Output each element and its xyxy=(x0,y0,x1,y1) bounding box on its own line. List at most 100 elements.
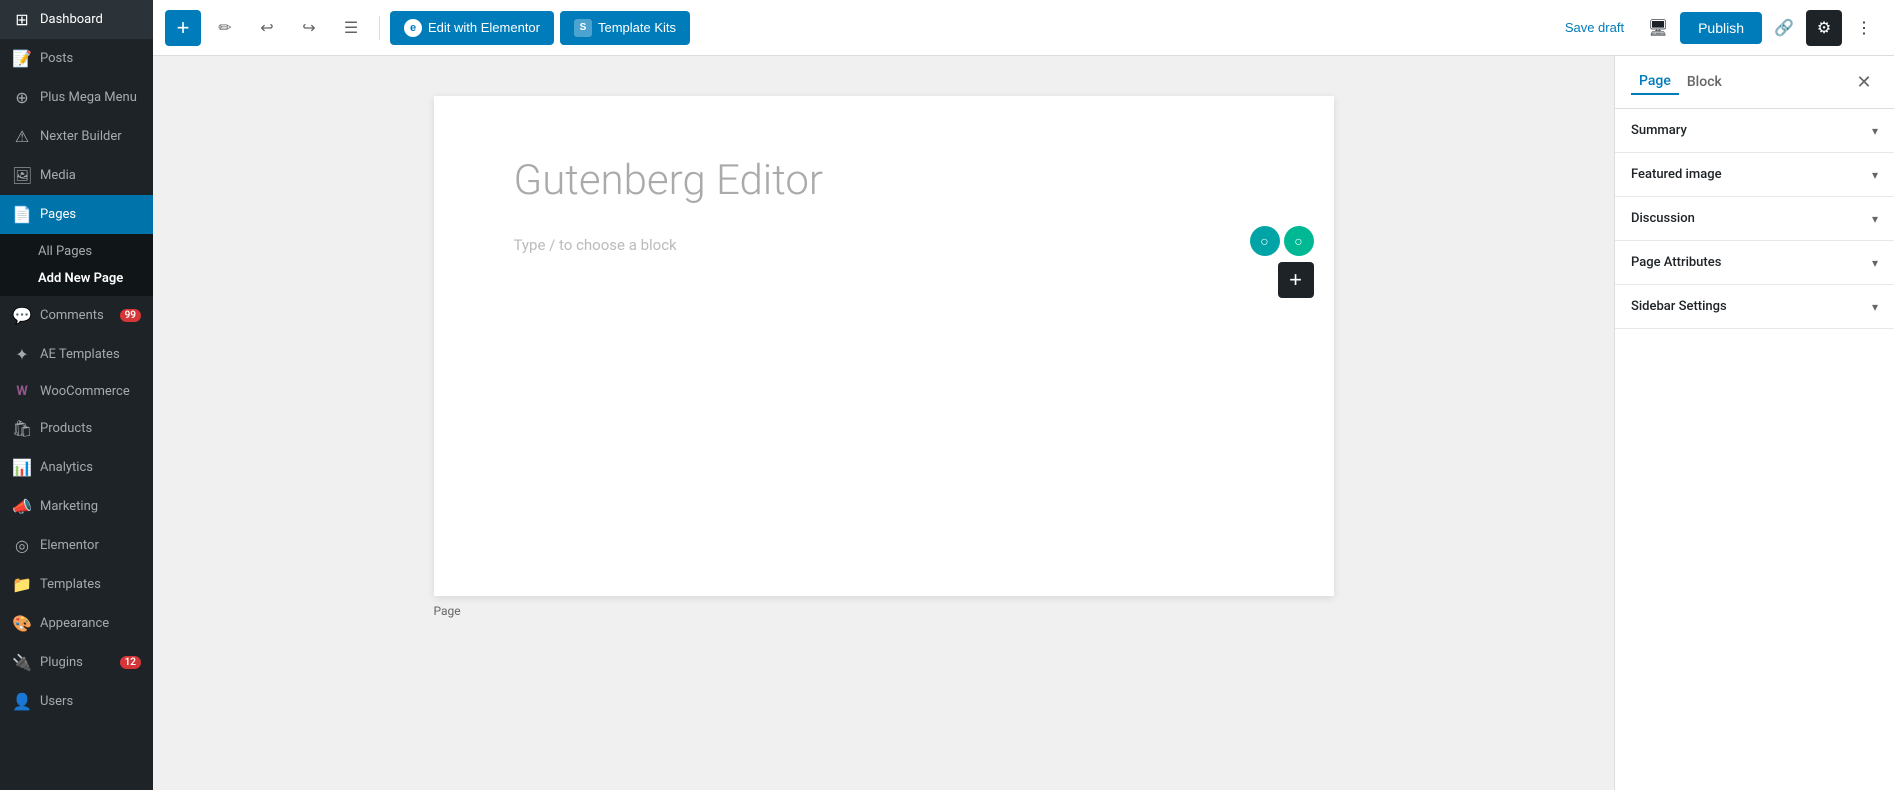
sidebar-label-templates: Templates xyxy=(40,577,141,592)
templates-icon: 📁 xyxy=(12,575,32,594)
share-icon: 🔗 xyxy=(1774,18,1794,38)
sidebar-label-marketing: Marketing xyxy=(40,499,141,514)
settings-icon: ⚙ xyxy=(1817,18,1831,38)
edit-with-elementor-button[interactable]: e Edit with Elementor xyxy=(390,11,554,45)
sidebar-label-comments: Comments xyxy=(40,308,112,323)
tool-circle-green[interactable]: ○ xyxy=(1284,226,1314,256)
template-kits-label: Template Kits xyxy=(598,20,676,35)
template-kits-button[interactable]: S Template Kits xyxy=(560,11,690,45)
marketing-icon: 📣 xyxy=(12,497,32,516)
sidebar-item-pages[interactable]: 📄 Pages xyxy=(0,195,153,234)
toolbar-separator-1 xyxy=(379,16,380,40)
redo-button[interactable]: ↪ xyxy=(291,10,327,46)
dashboard-icon: ⊞ xyxy=(12,10,32,29)
page-title-text: Gutenberg Editor xyxy=(514,156,824,205)
sidebar-item-users[interactable]: 👤 Users xyxy=(0,682,153,721)
panel-section-summary: Summary ▾ xyxy=(1615,109,1894,153)
sidebar-item-appearance[interactable]: 🎨 Appearance xyxy=(0,604,153,643)
settings-button[interactable]: ⚙ xyxy=(1806,10,1842,46)
tab-page-label: Page xyxy=(1639,73,1671,89)
sidebar-label-elementor: Elementor xyxy=(40,538,141,553)
plugins-badge: 12 xyxy=(120,656,141,669)
share-button[interactable]: 🔗 xyxy=(1766,10,1802,46)
sidebar-item-plus-mega-menu[interactable]: ⊕ Plus Mega Menu xyxy=(0,78,153,117)
tab-block-label: Block xyxy=(1687,74,1722,90)
comments-icon: 💬 xyxy=(12,306,32,325)
toolbar-right-icons: 🖥 Publish 🔗 ⚙ ⋮ xyxy=(1640,10,1882,46)
media-icon: 🖼 xyxy=(12,166,32,185)
sidebar-settings-chevron: ▾ xyxy=(1872,300,1878,314)
right-panel: Page Block ✕ Summary ▾ Featured image xyxy=(1614,56,1894,790)
toolbar: + ✏ ↩ ↪ ☰ e Edit with Elementor S Templa… xyxy=(153,0,1894,56)
panel-section-discussion-header[interactable]: Discussion ▾ xyxy=(1615,197,1894,240)
sidebar-item-ae-templates[interactable]: ✦ AE Templates xyxy=(0,335,153,374)
discussion-label: Discussion xyxy=(1631,211,1695,226)
discussion-chevron: ▾ xyxy=(1872,212,1878,226)
canvas-tool-icons: ○ ○ xyxy=(1250,226,1314,256)
sidebar-label-media: Media xyxy=(40,168,141,183)
page-attributes-chevron: ▾ xyxy=(1872,256,1878,270)
woocommerce-icon: W xyxy=(12,384,32,399)
edit-with-elementor-label: Edit with Elementor xyxy=(428,20,540,35)
tool-circle-teal[interactable]: ○ xyxy=(1250,226,1280,256)
sidebar-item-elementor[interactable]: ◎ Elementor xyxy=(0,526,153,565)
desktop-preview-button[interactable]: 🖥 xyxy=(1640,10,1676,46)
sidebar-item-comments[interactable]: 💬 Comments 99 xyxy=(0,296,153,335)
close-icon: ✕ xyxy=(1856,72,1871,93)
panel-section-sidebar-settings-header[interactable]: Sidebar Settings ▾ xyxy=(1615,285,1894,328)
sidebar-item-analytics[interactable]: 📊 Analytics xyxy=(0,448,153,487)
save-draft-button[interactable]: Save draft xyxy=(1555,12,1634,43)
more-options-button[interactable]: ⋮ xyxy=(1846,10,1882,46)
block-placeholder[interactable]: Type / to choose a block xyxy=(514,236,1254,254)
sidebar: ⊞ Dashboard 📝 Posts ⊕ Plus Mega Menu ⚠ N… xyxy=(0,0,153,790)
list-view-button[interactable]: ☰ xyxy=(333,10,369,46)
template-kits-icon: S xyxy=(574,19,592,37)
panel-section-discussion: Discussion ▾ xyxy=(1615,197,1894,241)
desktop-icon: 🖥 xyxy=(1648,18,1668,38)
canvas-container: Gutenberg Editor Type / to choose a bloc… xyxy=(153,56,1614,790)
sidebar-item-dashboard[interactable]: ⊞ Dashboard xyxy=(0,0,153,39)
nexter-builder-icon: ⚠ xyxy=(12,127,32,146)
publish-label: Publish xyxy=(1698,20,1744,36)
add-block-button[interactable]: + xyxy=(165,10,201,46)
sidebar-label-ae-templates: AE Templates xyxy=(40,347,141,362)
editor-area: Gutenberg Editor Type / to choose a bloc… xyxy=(153,56,1894,790)
sidebar-item-templates[interactable]: 📁 Templates xyxy=(0,565,153,604)
sidebar-item-plugins[interactable]: 🔌 Plugins 12 xyxy=(0,643,153,682)
sidebar-sub-add-new-page[interactable]: Add New Page xyxy=(0,265,153,292)
panel-section-summary-header[interactable]: Summary ▾ xyxy=(1615,109,1894,152)
elementor-e-icon: e xyxy=(404,19,422,37)
sidebar-item-media[interactable]: 🖼 Media xyxy=(0,156,153,195)
tab-page[interactable]: Page xyxy=(1631,69,1679,95)
sidebar-label-pages: Pages xyxy=(40,207,141,222)
sidebar-item-posts[interactable]: 📝 Posts xyxy=(0,39,153,78)
featured-image-chevron: ▾ xyxy=(1872,168,1878,182)
pencil-button[interactable]: ✏ xyxy=(207,10,243,46)
page-attributes-label: Page Attributes xyxy=(1631,255,1721,270)
sidebar-item-nexter-builder[interactable]: ⚠ Nexter Builder xyxy=(0,117,153,156)
panel-close-button[interactable]: ✕ xyxy=(1850,68,1878,96)
tab-block[interactable]: Block xyxy=(1679,70,1730,94)
sidebar-label-dashboard: Dashboard xyxy=(40,12,141,27)
sidebar-label-appearance: Appearance xyxy=(40,616,141,631)
sidebar-sub-all-pages[interactable]: All Pages xyxy=(0,238,153,265)
list-view-icon: ☰ xyxy=(344,18,358,38)
panel-section-featured-image-header[interactable]: Featured image ▾ xyxy=(1615,153,1894,196)
canvas-footer: Page xyxy=(434,596,1334,626)
sidebar-label-plugins: Plugins xyxy=(40,655,112,670)
add-block-canvas-button[interactable]: + xyxy=(1278,262,1314,298)
panel-section-page-attributes: Page Attributes ▾ xyxy=(1615,241,1894,285)
publish-button[interactable]: Publish xyxy=(1680,12,1762,44)
pages-submenu: All Pages Add New Page xyxy=(0,234,153,296)
panel-section-page-attributes-header[interactable]: Page Attributes ▾ xyxy=(1615,241,1894,284)
sidebar-label-posts: Posts xyxy=(40,51,141,66)
sidebar-item-woocommerce[interactable]: W WooCommerce xyxy=(0,374,153,409)
undo-button[interactable]: ↩ xyxy=(249,10,285,46)
ae-templates-icon: ✦ xyxy=(12,345,32,364)
sidebar-item-marketing[interactable]: 📣 Marketing xyxy=(0,487,153,526)
more-options-icon: ⋮ xyxy=(1856,18,1872,38)
featured-image-label: Featured image xyxy=(1631,167,1722,182)
sidebar-item-products[interactable]: 🛍 Products xyxy=(0,409,153,448)
page-title-input[interactable]: Gutenberg Editor xyxy=(514,156,1254,206)
sidebar-settings-label: Sidebar Settings xyxy=(1631,299,1727,314)
